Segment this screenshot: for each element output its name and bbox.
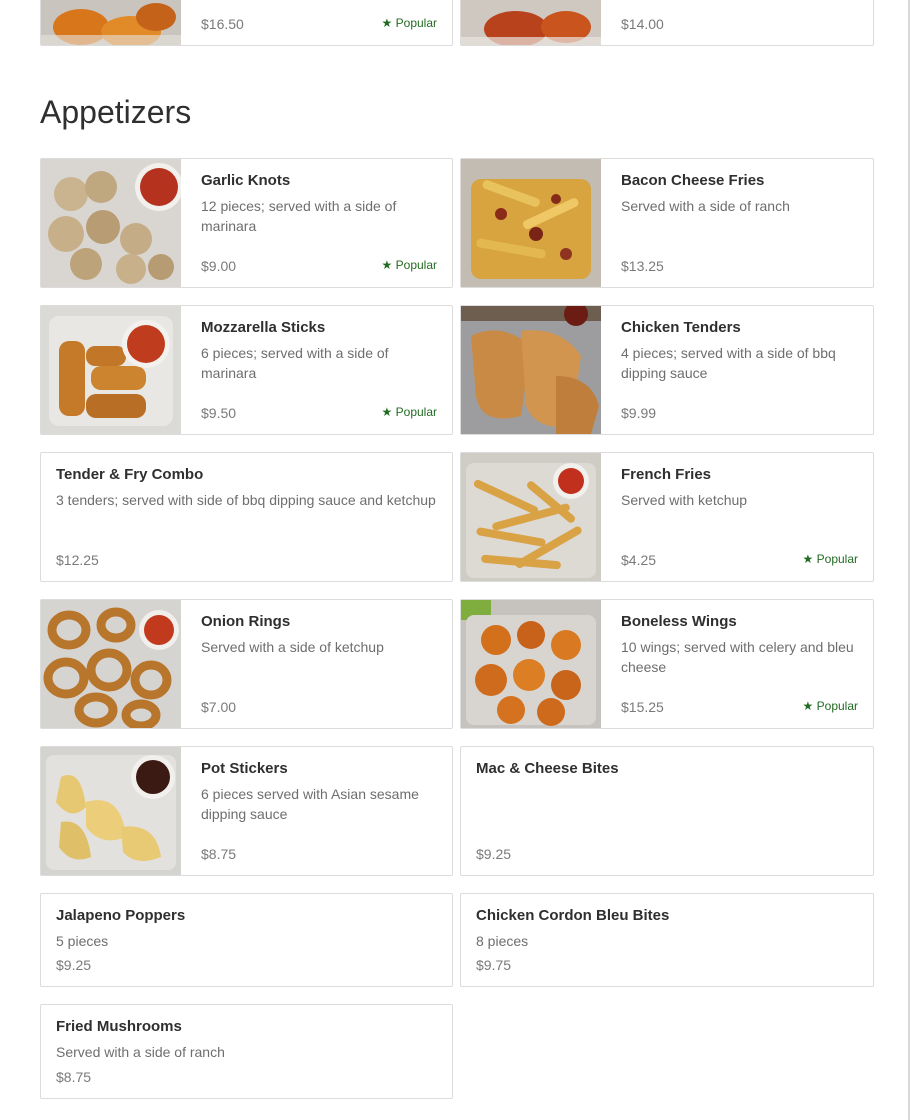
- item-description: 5 pieces: [56, 933, 109, 949]
- boneless-wings-photo: [461, 600, 601, 728]
- item-price: $4.25: [621, 552, 657, 568]
- menu-item-card[interactable]: Garlic Knots 12 pieces; served with a si…: [40, 158, 453, 288]
- item-content: Onion Rings Served with a side of ketchu…: [181, 600, 452, 728]
- menu-item-card[interactable]: Chicken Tenders 4 pieces; served with a …: [460, 305, 874, 435]
- item-price: $12.25: [56, 552, 99, 568]
- item-price: $14.00: [621, 16, 664, 32]
- menu-item-card[interactable]: Tender & Fry Combo 3 tenders; served wit…: [40, 452, 453, 582]
- item-content: Mozzarella Sticks 6 pieces; served with …: [181, 306, 452, 434]
- menu-item-card[interactable]: French Fries Served with ketchup $4.25 ★…: [460, 452, 874, 582]
- menu-item-card[interactable]: Fried Mushrooms Served with a side of ra…: [40, 1004, 453, 1099]
- item-description: Served with a side of ketchup: [201, 639, 384, 655]
- menu-item-card[interactable]: Boneless Wings 10 wings; served with cel…: [460, 599, 874, 729]
- item-price: $13.25: [621, 258, 664, 274]
- item-content: Tender & Fry Combo 3 tenders; served wit…: [41, 453, 452, 581]
- garlic-knots-photo: [41, 159, 181, 287]
- item-price: $9.25: [56, 957, 92, 973]
- menu-item-card[interactable]: Mac & Cheese Bites $9.25: [460, 746, 874, 876]
- popular-badge: ★ Popular: [381, 16, 437, 30]
- french-fries-photo: [461, 453, 601, 581]
- item-content: Fried Mushrooms Served with a side of ra…: [41, 1005, 452, 1098]
- item-description: 4 pieces; served with a side of bbq dipp…: [621, 345, 836, 381]
- item-name: Mac & Cheese Bites: [476, 760, 619, 777]
- chicken-tenders-photo: [461, 306, 601, 434]
- menu-item-card[interactable]: Bacon Cheese Fries Served with a side of…: [460, 158, 874, 288]
- item-description: 6 pieces served with Asian sesame dippin…: [201, 786, 419, 822]
- item-price: $9.50: [201, 405, 237, 421]
- item-description: 3 tenders; served with side of bbq dippi…: [56, 492, 436, 508]
- item-content: Bacon Cheese Fries Served with a side of…: [601, 159, 873, 287]
- item-content: Chicken Tenders 4 pieces; served with a …: [601, 306, 873, 434]
- item-content: $14.00: [601, 0, 873, 45]
- item-description: Served with a side of ranch: [56, 1044, 225, 1060]
- item-price: $15.25: [621, 699, 664, 715]
- bacon-cheese-fries-photo: [461, 159, 601, 287]
- item-name: Chicken Cordon Bleu Bites: [476, 907, 670, 924]
- item-content: Chicken Cordon Bleu Bites 8 pieces $9.75: [461, 894, 873, 986]
- popular-badge: ★ Popular: [802, 552, 858, 566]
- menu-item-card-partial-left[interactable]: $16.50 ★ Popular: [40, 0, 453, 46]
- item-description: 12 pieces; served with a side of marinar…: [201, 198, 397, 234]
- item-content: Boneless Wings 10 wings; served with cel…: [601, 600, 873, 728]
- item-name: Tender & Fry Combo: [56, 466, 204, 483]
- popular-badge: ★ Popular: [802, 699, 858, 713]
- item-name: Jalapeno Poppers: [56, 907, 186, 924]
- wings-photo: [41, 0, 181, 45]
- item-name: Onion Rings: [201, 613, 291, 630]
- item-price: $8.75: [201, 846, 237, 862]
- item-content: $16.50 ★ Popular: [181, 0, 452, 45]
- item-description: Served with a side of ranch: [621, 198, 790, 214]
- item-content: Pot Stickers 6 pieces served with Asian …: [181, 747, 452, 875]
- item-name: Fried Mushrooms: [56, 1018, 182, 1035]
- menu-item-card-partial-right[interactable]: $14.00: [460, 0, 874, 46]
- item-price: $9.25: [476, 846, 512, 862]
- popular-badge: ★ Popular: [381, 405, 437, 419]
- item-description: 8 pieces: [476, 933, 529, 949]
- item-content: Mac & Cheese Bites $9.25: [461, 747, 873, 875]
- menu-item-card[interactable]: Chicken Cordon Bleu Bites 8 pieces $9.75: [460, 893, 874, 987]
- menu-item-card[interactable]: Onion Rings Served with a side of ketchu…: [40, 599, 453, 729]
- item-name: Bacon Cheese Fries: [621, 172, 765, 189]
- item-price: $16.50: [201, 16, 244, 32]
- item-content: French Fries Served with ketchup $4.25 ★…: [601, 453, 873, 581]
- menu-item-card[interactable]: Mozzarella Sticks 6 pieces; served with …: [40, 305, 453, 435]
- item-name: Pot Stickers: [201, 760, 288, 777]
- item-name: Garlic Knots: [201, 172, 291, 189]
- wings-photo: [461, 0, 601, 45]
- menu-item-card[interactable]: Pot Stickers 6 pieces served with Asian …: [40, 746, 453, 876]
- item-price: $9.75: [476, 957, 512, 973]
- item-description: 6 pieces; served with a side of marinara: [201, 345, 389, 381]
- section-title-appetizers: Appetizers: [40, 94, 192, 130]
- onion-rings-photo: [41, 600, 181, 728]
- item-price: $7.00: [201, 699, 237, 715]
- item-name: Mozzarella Sticks: [201, 319, 326, 336]
- item-price: $9.99: [621, 405, 657, 421]
- item-price: $8.75: [56, 1069, 92, 1085]
- mozzarella-sticks-photo: [41, 306, 181, 434]
- pot-stickers-photo: [41, 747, 181, 875]
- item-name: Chicken Tenders: [621, 319, 741, 336]
- popular-badge: ★ Popular: [381, 258, 437, 272]
- item-description: 10 wings; served with celery and bleu ch…: [621, 639, 854, 675]
- item-price: $9.00: [201, 258, 237, 274]
- item-name: Boneless Wings: [621, 613, 737, 630]
- item-description: Served with ketchup: [621, 492, 748, 508]
- item-name: French Fries: [621, 466, 712, 483]
- menu-item-card[interactable]: Jalapeno Poppers 5 pieces $9.25: [40, 893, 453, 987]
- item-content: Garlic Knots 12 pieces; served with a si…: [181, 159, 452, 287]
- item-content: Jalapeno Poppers 5 pieces $9.25: [41, 894, 452, 986]
